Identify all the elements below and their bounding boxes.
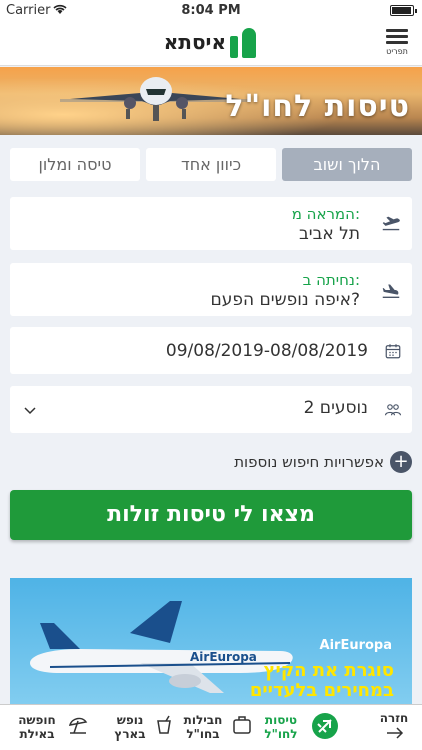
nav-eilat-label: חופשה באילת <box>18 713 56 741</box>
beach-umbrella-icon <box>68 717 88 734</box>
origin-value: תל אביב <box>298 224 360 244</box>
dates-value: 09/08/2019-08/08/2019 <box>165 341 368 361</box>
plane-livery-text: AirEuropa <box>190 650 257 664</box>
nav-local[interactable]: נופש בארץ <box>106 711 176 747</box>
hamburger-icon <box>382 29 412 44</box>
menu-label: תפריט <box>386 47 408 56</box>
flight-icon <box>312 713 338 739</box>
ad-brand: AirEuropa <box>319 638 392 653</box>
hero-banner: טיסות לחו"ל <box>0 67 422 135</box>
suitcase-icon <box>233 716 251 734</box>
search-flights-button[interactable]: מצאו לי טיסות זולות <box>10 490 412 540</box>
nav-local-label: נופש בארץ <box>114 713 146 741</box>
drink-icon <box>157 715 171 734</box>
nav-eilat[interactable]: חופשה באילת <box>6 711 96 747</box>
landing-plane-icon <box>382 284 400 298</box>
passengers-icon <box>384 403 402 415</box>
nav-back[interactable]: חזרה <box>374 711 414 747</box>
nav-packages[interactable]: חבילות בחו"ל <box>176 711 256 747</box>
battery-icon <box>390 5 417 16</box>
takeoff-plane-icon <box>382 216 400 230</box>
nav-packages-label: חבילות בחו"ל <box>183 713 223 741</box>
nav-flights-label: טיסות לחו"ל <box>264 713 298 741</box>
passengers-value: 2 נוסעים <box>303 398 368 418</box>
issta-logo[interactable]: איסתא <box>164 26 258 60</box>
clock: 8:04 PM <box>181 3 241 18</box>
app-header: איסתא תפריט <box>0 22 422 66</box>
origin-label: המראה מ: <box>291 205 360 223</box>
status-bar: Carrier 8:04 PM <box>0 0 422 22</box>
hero-title: טיסות לחו"ל <box>225 89 410 124</box>
tab-flight-hotel[interactable]: טיסה ומלון <box>10 148 140 181</box>
ad-line-1: סוגרת את הקיץ <box>263 660 394 681</box>
bottom-navigation: חזרה טיסות לחו"ל חבילות בחו"ל נופש בארץ … <box>0 704 422 750</box>
arrow-right-icon <box>387 727 404 739</box>
plus-icon: + <box>390 451 412 473</box>
more-options-label: אפשרויות חיפוש נוספות <box>234 453 384 471</box>
destination-placeholder: איפה נופשים הפעם? <box>210 290 360 310</box>
menu-button[interactable]: תפריט <box>382 26 412 56</box>
origin-field[interactable]: המראה מ: תל אביב <box>10 197 412 250</box>
destination-field[interactable]: נחיתה ב: איפה נופשים הפעם? <box>10 263 412 316</box>
nav-back-label: חזרה <box>379 711 409 725</box>
tab-one-way[interactable]: כיוון אחד <box>146 148 276 181</box>
logo-mark-icon <box>230 26 258 58</box>
promo-banner[interactable]: AirEuropa AirEuropa סוגרת את הקיץ במחירי… <box>10 578 412 706</box>
nav-flights[interactable]: טיסות לחו"ל <box>258 711 338 747</box>
ad-line-2: במחירים בלעדיים <box>249 680 394 701</box>
airplane-image <box>60 77 250 121</box>
logo-text: איסתא <box>163 30 226 54</box>
trip-type-tabs: הלוך ושוב כיוון אחד טיסה ומלון <box>10 148 412 181</box>
destination-label: נחיתה ב: <box>302 271 360 289</box>
calendar-icon <box>385 343 401 358</box>
tab-round-trip[interactable]: הלוך ושוב <box>282 148 412 181</box>
more-search-options[interactable]: + אפשרויות חיפוש נוספות <box>212 451 412 475</box>
dates-field[interactable]: 09/08/2019-08/08/2019 <box>10 327 412 374</box>
passengers-field[interactable]: 2 נוסעים <box>10 386 412 433</box>
chevron-down-icon <box>24 407 36 415</box>
